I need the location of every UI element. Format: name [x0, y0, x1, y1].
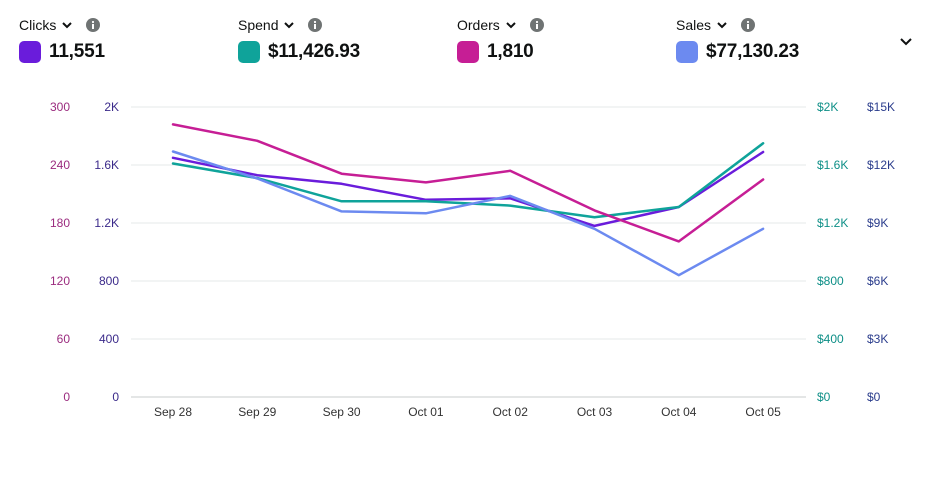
sales-axis-tick: $6K: [867, 274, 888, 288]
orders-axis-tick: 180: [50, 216, 70, 230]
series-line-clicks[interactable]: [171, 150, 765, 228]
clicks-axis-tick: 1.6K: [94, 158, 119, 172]
spend-axis-tick: $2K: [817, 100, 838, 114]
sales-axis-tick: $15K: [867, 100, 895, 114]
line-chart: 0 60 120 180 240 300 0 400 800 1.2K 1.6K 2K $0 $400 $8…: [50, 100, 895, 419]
series-line-orders[interactable]: [171, 123, 765, 243]
sales-axis-tick: $9K: [867, 216, 888, 230]
clicks-axis-tick: 0: [112, 390, 119, 404]
x-axis-tick: Oct 05: [745, 405, 781, 419]
spend-axis-tick: $800: [817, 274, 844, 288]
orders-axis-tick: 300: [50, 100, 70, 114]
orders-axis-tick: 60: [57, 332, 71, 346]
series-line-sales[interactable]: [171, 150, 765, 277]
sales-axis-tick: $3K: [867, 332, 888, 346]
spend-axis-tick: $400: [817, 332, 844, 346]
x-axis-tick: Oct 01: [408, 405, 444, 419]
orders-axis-tick: 0: [63, 390, 70, 404]
spend-axis-tick: $0: [817, 390, 831, 404]
spend-axis-tick: $1.2K: [817, 216, 848, 230]
orders-axis-tick: 120: [50, 274, 70, 288]
clicks-axis-tick: 1.2K: [94, 216, 119, 230]
spend-axis-tick: $1.6K: [817, 158, 848, 172]
x-axis-tick: Oct 03: [577, 405, 613, 419]
clicks-axis-tick: 400: [99, 332, 119, 346]
clicks-axis-tick: 2K: [104, 100, 119, 114]
x-axis-tick: Oct 02: [493, 405, 529, 419]
x-axis-tick: Sep 28: [154, 405, 192, 419]
x-axis-tick: Oct 04: [661, 405, 697, 419]
orders-axis-tick: 240: [50, 158, 70, 172]
x-axis-tick: Sep 30: [323, 405, 361, 419]
clicks-axis-tick: 800: [99, 274, 119, 288]
x-axis-tick: Sep 29: [238, 405, 276, 419]
sales-axis-tick: $12K: [867, 158, 895, 172]
sales-axis-tick: $0: [867, 390, 881, 404]
